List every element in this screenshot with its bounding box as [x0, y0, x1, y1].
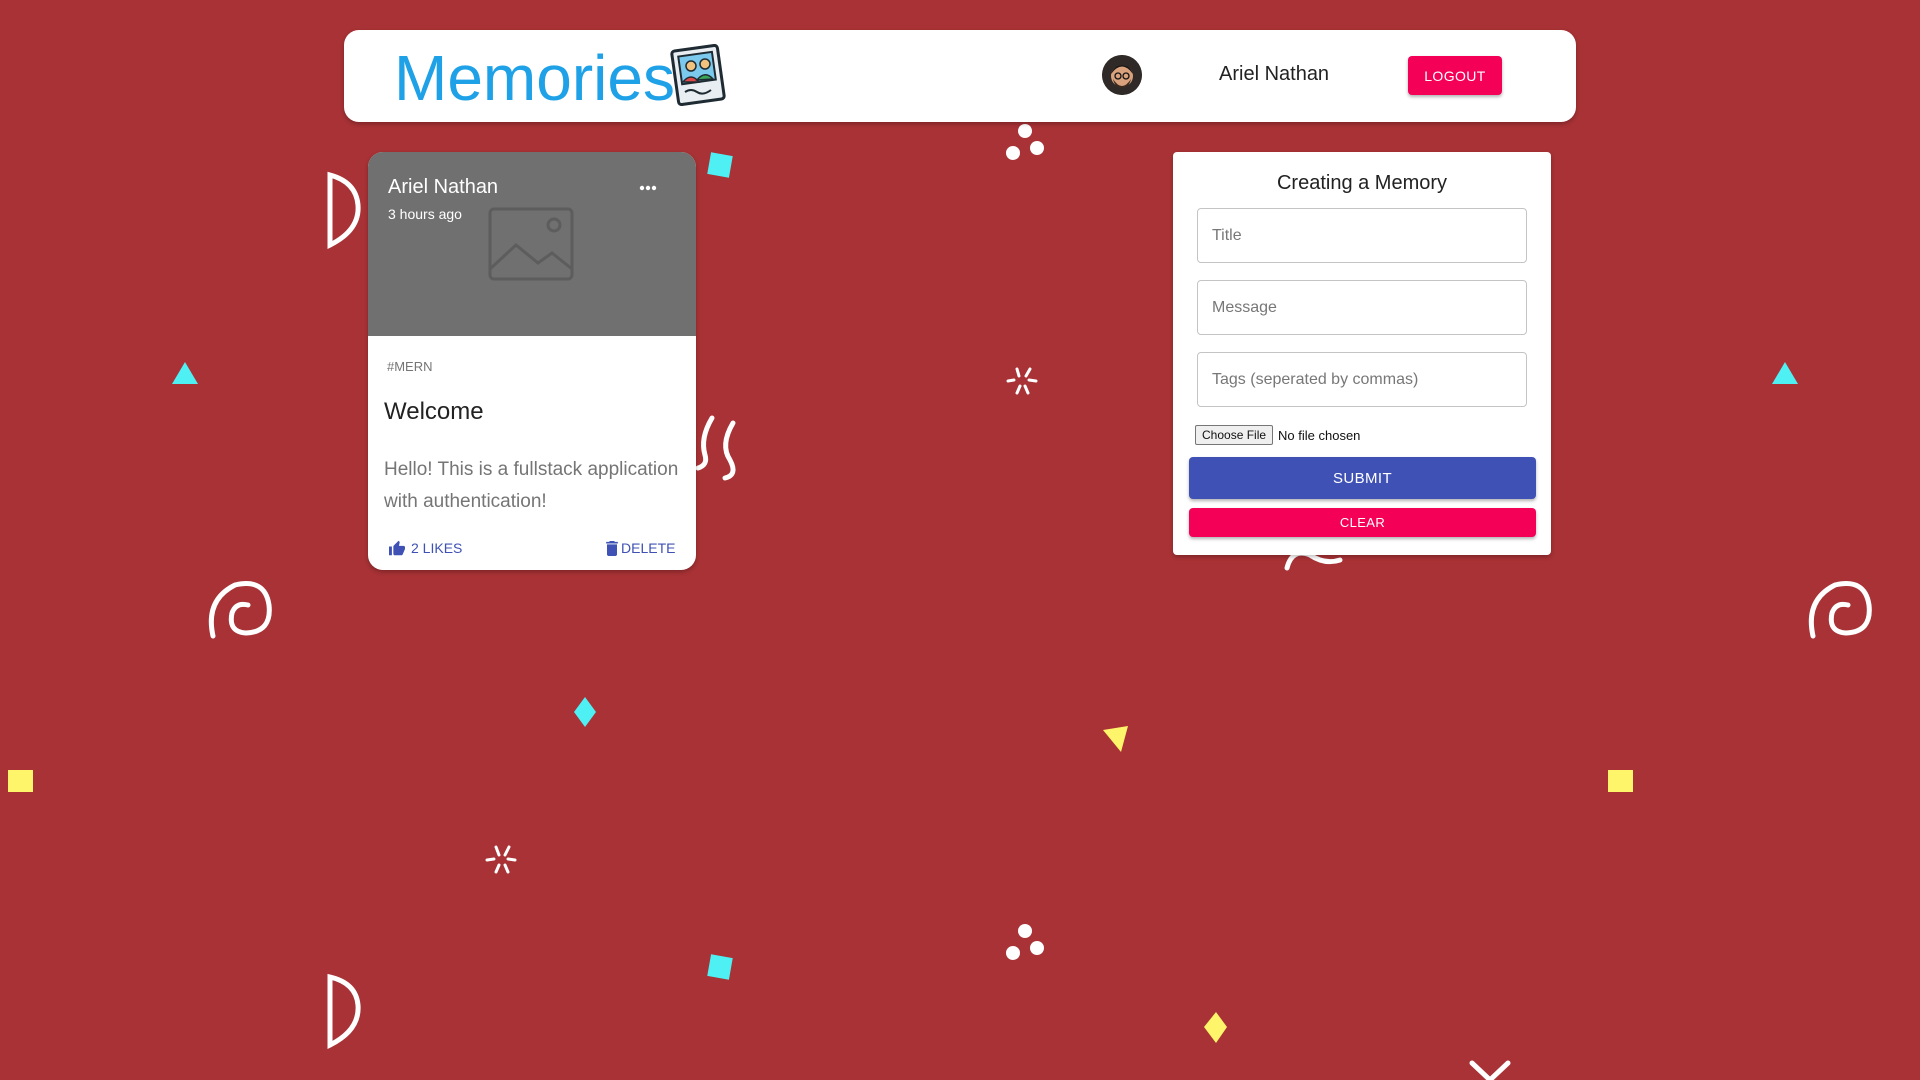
form-heading: Creating a Memory	[1276, 172, 1448, 194]
logout-button[interactable]: LOGOUT	[1408, 56, 1502, 95]
triangle-shape	[172, 362, 198, 384]
post-creator: Ariel Nathan	[388, 176, 499, 198]
triangle-shape	[1103, 726, 1128, 752]
dots-shape	[1018, 924, 1032, 938]
x-shape	[1469, 1060, 1511, 1080]
delete-button[interactable]: DELETE	[606, 536, 675, 560]
confetti-background	[8, 124, 1872, 1080]
message-input[interactable]	[1198, 281, 1526, 334]
triangle-shape	[1772, 362, 1798, 384]
title-field	[1197, 208, 1527, 263]
loop-shape	[1284, 550, 1343, 571]
like-label: 2 LIKES	[411, 540, 463, 556]
thumb-up-icon	[389, 540, 405, 556]
like-button[interactable]: 2 LIKES	[388, 536, 462, 560]
spiral-shape	[208, 581, 272, 639]
user-name: Ariel Nathan	[1219, 63, 1330, 85]
post-message: Hello! This is a fullstack application w…	[384, 459, 679, 512]
square-shape	[8, 770, 33, 792]
image-placeholder-icon	[488, 207, 574, 281]
brand-title[interactable]: Memories	[394, 40, 675, 116]
square-shape	[707, 152, 733, 178]
choose-file-button[interactable]: Choose File	[1195, 425, 1274, 445]
squiggle-shape	[722, 420, 736, 481]
dots-shape	[1006, 946, 1020, 960]
delete-label: DELETE	[621, 540, 676, 556]
half-moon-shape	[327, 171, 361, 250]
tags-field	[1197, 352, 1527, 407]
title-input[interactable]	[1198, 209, 1526, 262]
memory-card: Ariel Nathan 3 hours ago #MERN Welcome H…	[368, 152, 696, 570]
user-avatar-icon	[1102, 55, 1142, 95]
avatar[interactable]	[1102, 55, 1142, 95]
squiggle-shape	[695, 415, 715, 471]
memories-logo-icon	[670, 44, 726, 106]
square-shape	[1608, 770, 1633, 792]
clear-button[interactable]: CLEAR	[1189, 508, 1536, 537]
tags-input[interactable]	[1198, 353, 1526, 406]
post-tags: #MERN	[387, 359, 433, 374]
diamond-shape	[1204, 1012, 1227, 1043]
post-time: 3 hours ago	[388, 206, 462, 222]
message-field	[1197, 280, 1527, 335]
post-title: Welcome	[384, 398, 484, 425]
trash-icon	[606, 540, 618, 556]
square-shape	[707, 954, 733, 980]
spiral-shape	[1808, 581, 1872, 639]
dots-shape	[1030, 141, 1044, 155]
more-horiz-icon[interactable]	[633, 172, 663, 202]
file-input-row: Choose File No file chosen	[1195, 425, 1360, 445]
dots-shape	[1018, 124, 1032, 138]
dots-icon	[639, 185, 657, 191]
dots-shape	[1030, 941, 1044, 955]
memory-form: Creating a Memory Choose File No file ch…	[1173, 152, 1551, 555]
sparkle-shape	[1006, 367, 1038, 395]
diamond-shape	[574, 697, 596, 727]
file-status: No file chosen	[1278, 427, 1361, 443]
app-bar: Memories Ariel Nathan LOGOUT	[344, 30, 1576, 122]
half-moon-shape	[327, 973, 361, 1050]
submit-button[interactable]: SUBMIT	[1189, 457, 1536, 499]
card-media: Ariel Nathan 3 hours ago	[368, 152, 696, 336]
dots-shape	[1006, 146, 1020, 160]
sparkle-shape	[485, 845, 517, 874]
